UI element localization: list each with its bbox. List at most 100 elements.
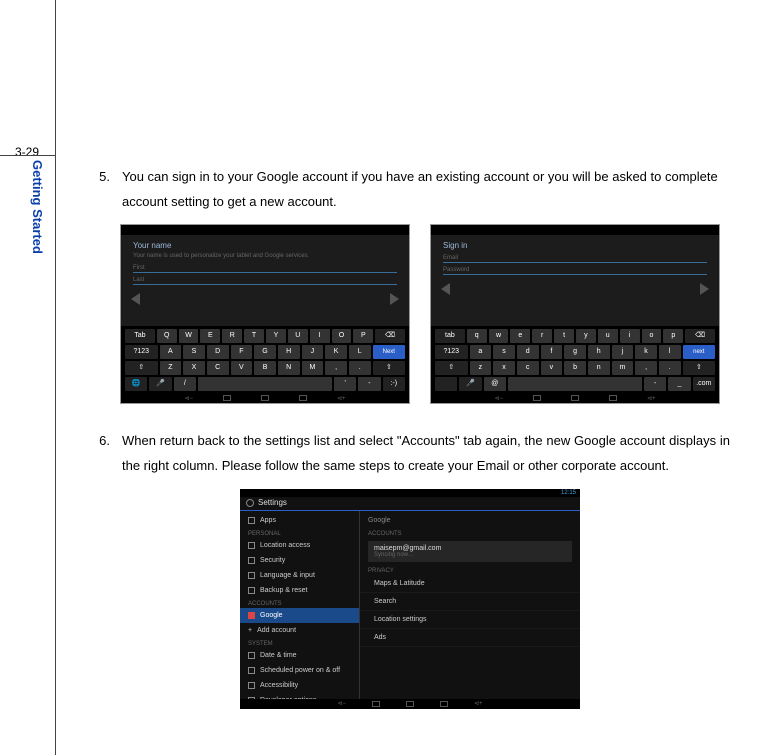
com-key[interactable]: .com bbox=[693, 377, 715, 391]
key[interactable]: L bbox=[349, 345, 371, 359]
key[interactable]: Y bbox=[266, 329, 286, 343]
recents-icon[interactable] bbox=[299, 395, 307, 401]
key[interactable]: w bbox=[489, 329, 509, 343]
globe-key[interactable] bbox=[435, 377, 457, 391]
sidebar-item-scheduled[interactable]: Scheduled power on & off bbox=[240, 663, 359, 678]
sidebar-item-google[interactable]: Google bbox=[240, 608, 359, 623]
key[interactable]: p bbox=[663, 329, 683, 343]
key[interactable]: A bbox=[160, 345, 182, 359]
key[interactable]: s bbox=[493, 345, 515, 359]
smile-key[interactable]: :-) bbox=[383, 377, 405, 391]
key[interactable]: B bbox=[254, 361, 276, 375]
vol-down-icon[interactable]: ⊲− bbox=[184, 395, 193, 402]
key[interactable]: F bbox=[231, 345, 253, 359]
key[interactable]: . bbox=[659, 361, 681, 375]
slash-key[interactable]: / bbox=[174, 377, 196, 391]
back-icon[interactable] bbox=[533, 395, 541, 401]
key[interactable]: i bbox=[620, 329, 640, 343]
password-field[interactable]: Password bbox=[443, 265, 707, 275]
keyboard[interactable]: Tab q w e r t y u i o p ⌫ ?123 a s bbox=[431, 326, 719, 393]
key[interactable]: o bbox=[642, 329, 662, 343]
key[interactable]: H bbox=[278, 345, 300, 359]
mic-key[interactable]: 🎤 bbox=[459, 377, 481, 391]
key[interactable]: , bbox=[325, 361, 347, 375]
space-key[interactable] bbox=[508, 377, 642, 391]
key[interactable]: , bbox=[635, 361, 657, 375]
shift-key[interactable]: ⇧ bbox=[125, 361, 158, 375]
account-card[interactable]: maisepm@gmail.com Syncing now… bbox=[368, 541, 572, 562]
key[interactable]: T bbox=[244, 329, 264, 343]
key[interactable]: Q bbox=[157, 329, 177, 343]
key[interactable]: D bbox=[207, 345, 229, 359]
key[interactable]: O bbox=[332, 329, 352, 343]
key[interactable]: d bbox=[517, 345, 539, 359]
at-key[interactable]: @ bbox=[484, 377, 506, 391]
key[interactable]: Z bbox=[160, 361, 182, 375]
shift-key[interactable]: ⇧ bbox=[435, 361, 468, 375]
sidebar-item-add-account[interactable]: +Add account bbox=[240, 623, 359, 638]
key[interactable]: v bbox=[541, 361, 563, 375]
back-arrow-icon[interactable] bbox=[441, 283, 450, 295]
key[interactable]: K bbox=[325, 345, 347, 359]
sidebar-item-apps[interactable]: Apps bbox=[240, 513, 359, 528]
key[interactable]: S bbox=[183, 345, 205, 359]
right-item-location[interactable]: Location settings bbox=[360, 611, 580, 629]
first-name-field[interactable]: First bbox=[133, 263, 397, 273]
right-item-ads[interactable]: Ads bbox=[360, 629, 580, 647]
back-icon[interactable] bbox=[223, 395, 231, 401]
sidebar-item-accessibility[interactable]: Accessibility bbox=[240, 678, 359, 693]
key[interactable]: P bbox=[353, 329, 373, 343]
apostrophe-key[interactable]: ' bbox=[334, 377, 356, 391]
key[interactable]: j bbox=[612, 345, 634, 359]
forward-arrow-icon[interactable] bbox=[700, 283, 709, 295]
right-item-search[interactable]: Search bbox=[360, 593, 580, 611]
key[interactable]: m bbox=[612, 361, 634, 375]
key[interactable]: U bbox=[288, 329, 308, 343]
key[interactable]: n bbox=[588, 361, 610, 375]
key[interactable]: t bbox=[554, 329, 574, 343]
sidebar-item-security[interactable]: Security bbox=[240, 553, 359, 568]
key[interactable]: c bbox=[517, 361, 539, 375]
email-field[interactable]: Email bbox=[443, 253, 707, 263]
key[interactable]: I bbox=[310, 329, 330, 343]
key[interactable]: y bbox=[576, 329, 596, 343]
shift-key[interactable]: ⇧ bbox=[373, 361, 406, 375]
dash-key[interactable]: - bbox=[358, 377, 380, 391]
sym-key[interactable]: ?123 bbox=[435, 345, 468, 359]
key[interactable]: h bbox=[588, 345, 610, 359]
key[interactable]: . bbox=[349, 361, 371, 375]
sidebar-item-backup[interactable]: Backup & reset bbox=[240, 583, 359, 598]
key[interactable]: N bbox=[278, 361, 300, 375]
key[interactable]: a bbox=[470, 345, 492, 359]
forward-arrow-icon[interactable] bbox=[390, 293, 399, 305]
backspace-key[interactable]: ⌫ bbox=[375, 329, 405, 343]
tab-key[interactable]: Tab bbox=[435, 329, 465, 343]
shift-key[interactable]: ⇧ bbox=[683, 361, 716, 375]
sidebar-item-language[interactable]: Language & input bbox=[240, 568, 359, 583]
back-icon[interactable] bbox=[372, 701, 380, 707]
underscore-key[interactable]: _ bbox=[668, 377, 690, 391]
right-item-maps[interactable]: Maps & Latitude bbox=[360, 575, 580, 593]
key[interactable]: G bbox=[254, 345, 276, 359]
key[interactable]: W bbox=[179, 329, 199, 343]
sidebar-item-location[interactable]: Location access bbox=[240, 538, 359, 553]
keyboard[interactable]: Tab Q W E R T Y U I O P ⌫ ?123 A S bbox=[121, 326, 409, 393]
key[interactable]: l bbox=[659, 345, 681, 359]
key[interactable]: r bbox=[532, 329, 552, 343]
sym-key[interactable]: ?123 bbox=[125, 345, 158, 359]
mic-key[interactable]: 🎤 bbox=[149, 377, 171, 391]
home-icon[interactable] bbox=[261, 395, 269, 401]
next-key[interactable]: Next bbox=[373, 345, 406, 359]
key[interactable]: u bbox=[598, 329, 618, 343]
key[interactable]: e bbox=[510, 329, 530, 343]
key[interactable]: q bbox=[467, 329, 487, 343]
space-key[interactable] bbox=[198, 377, 332, 391]
key[interactable]: f bbox=[541, 345, 563, 359]
key[interactable]: g bbox=[564, 345, 586, 359]
recents-icon[interactable] bbox=[440, 701, 448, 707]
vol-up-icon[interactable]: ⊲+ bbox=[474, 700, 483, 707]
key[interactable]: E bbox=[200, 329, 220, 343]
home-icon[interactable] bbox=[406, 701, 414, 707]
key[interactable]: V bbox=[231, 361, 253, 375]
vol-down-icon[interactable]: ⊲− bbox=[494, 395, 503, 402]
